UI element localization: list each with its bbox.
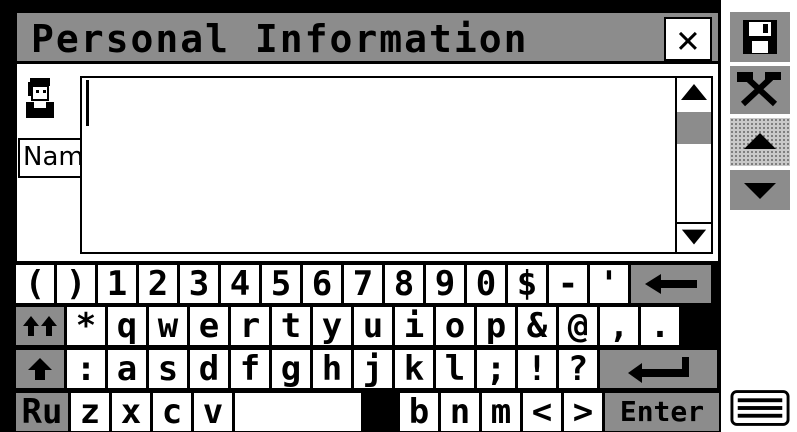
key-3[interactable]: 2 [139,265,177,303]
key-u[interactable]: u [354,307,392,345]
key-g[interactable]: g [272,350,310,388]
shift-icon [28,358,52,380]
key-v[interactable]: v [194,393,232,431]
page-down-button[interactable] [730,170,790,210]
key-7[interactable]: 6 [303,265,341,303]
language-key[interactable]: Ru [16,393,68,431]
key-i[interactable]: i [395,307,433,345]
key-t[interactable]: t [272,307,310,345]
key-4[interactable]: 3 [180,265,218,303]
key-a[interactable]: a [108,350,146,388]
key-w[interactable]: w [149,307,187,345]
onscreen-keyboard: () 1 2 3 4 5 6 7 8 9 0 $ - ' * q w e r t y u i o p & @,.: a s d f g h j k l… [14,261,721,432]
key-s[interactable]: s [149,350,187,388]
key-e[interactable]: e [190,307,228,345]
page-up-button[interactable] [730,118,790,166]
key-n[interactable]: n [441,393,479,431]
key-11[interactable]: 0 [467,265,505,303]
key-13[interactable]: - [549,265,587,303]
return-icon [627,357,689,383]
key-h[interactable]: h [313,350,351,388]
key-14[interactable]: ' [590,265,628,303]
return-key[interactable] [600,350,717,388]
key-z[interactable]: z [71,393,109,431]
key-&[interactable]: & [518,307,556,345]
key-x[interactable]: x [112,393,150,431]
scrollbar-thumb[interactable] [677,112,711,144]
key->[interactable]: > [564,393,602,431]
key-m[interactable]: m [482,393,520,431]
key-k[interactable]: k [395,350,433,388]
key-,[interactable]: , [600,307,638,345]
key-5[interactable]: 4 [221,265,259,303]
key-;[interactable]: ; [477,350,515,388]
key-c[interactable]: c [153,393,191,431]
window-title: Personal Information [31,17,529,61]
enter-key[interactable]: Enter [605,393,719,431]
key-d[interactable]: d [190,350,228,388]
key-q[interactable]: q [108,307,146,345]
save-button[interactable] [730,12,790,62]
caps-lock-key[interactable] [16,307,64,345]
scroll-down-icon[interactable] [677,222,711,252]
text-caret [86,80,89,126]
arrow-up-icon [744,133,776,149]
key-10[interactable]: 9 [426,265,464,303]
close-icon: ✕ [676,17,700,61]
key-6[interactable]: 5 [262,265,300,303]
key-o[interactable]: o [436,307,474,345]
name-input[interactable] [80,76,677,254]
keyboard-toggle-button[interactable] [730,388,790,428]
key-y[interactable]: y [313,307,351,345]
tools-button[interactable] [730,66,790,114]
key-j[interactable]: j [354,350,392,388]
key-8[interactable]: 7 [344,265,382,303]
close-button[interactable]: ✕ [664,17,712,61]
key-*[interactable]: * [67,307,105,345]
key-f[interactable]: f [231,350,269,388]
shift-key[interactable] [16,350,64,388]
key-b[interactable]: b [400,393,438,431]
title-bar: Personal Information ✕ [14,10,721,64]
scroll-up-icon[interactable] [677,78,711,108]
key-12[interactable]: $ [508,265,546,303]
user-avatar-icon [26,78,54,118]
keyboard-icon [730,390,790,426]
key-?[interactable]: ? [559,350,597,388]
backspace-key[interactable] [631,265,711,303]
key-![interactable]: ! [518,350,556,388]
key-p[interactable]: p [477,307,515,345]
space-key[interactable] [235,393,361,431]
side-toolbar [721,0,797,432]
key-:[interactable]: : [67,350,105,388]
key-0[interactable]: ( [16,265,54,303]
key-1[interactable]: ) [57,265,95,303]
caps-lock-icon [23,316,57,336]
backspace-arrow-icon [645,274,697,294]
arrow-down-icon [744,183,776,199]
tools-icon [737,72,781,107]
key-2[interactable]: 1 [98,265,136,303]
key-l[interactable]: l [436,350,474,388]
key-9[interactable]: 8 [385,265,423,303]
floppy-disk-icon [743,20,777,54]
key-.[interactable]: . [641,307,679,345]
key-r[interactable]: r [231,307,269,345]
key-@[interactable]: @ [559,307,597,345]
key-<[interactable]: < [523,393,561,431]
